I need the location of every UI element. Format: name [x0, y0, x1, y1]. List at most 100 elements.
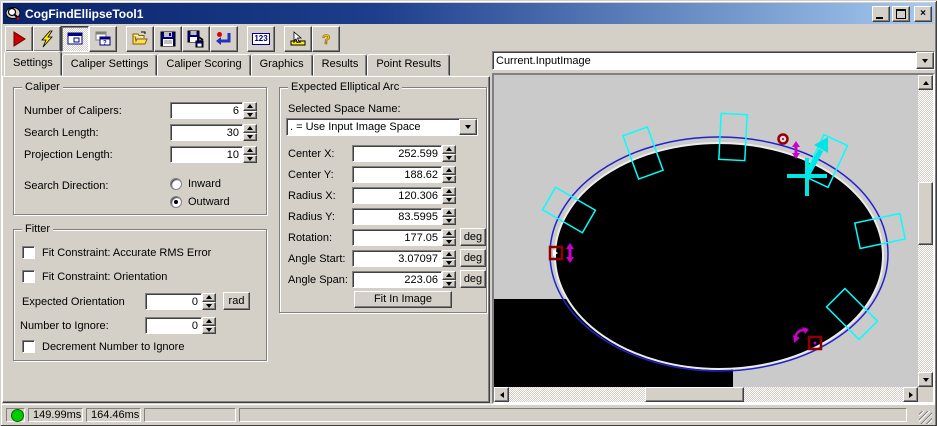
center-x-label: Center X: — [288, 148, 335, 160]
title-bar: CogFindEllipseTool1 × — [3, 3, 934, 24]
radius-y-label: Radius Y: — [288, 211, 335, 223]
save-button[interactable] — [154, 26, 182, 52]
v-scroll-thumb[interactable] — [918, 182, 933, 245]
num-calipers-input[interactable] — [170, 102, 243, 119]
reset-button[interactable] — [210, 26, 238, 52]
image-source-combo-arrow-icon[interactable] — [916, 52, 934, 69]
projection-length-label: Projection Length: — [24, 149, 113, 161]
fit-in-image-button[interactable]: Fit In Image — [354, 291, 452, 308]
radius-x-spinner[interactable] — [442, 187, 456, 204]
search-length-label: Search Length: — [24, 127, 99, 139]
radio-inward-label[interactable]: Inward — [188, 178, 221, 190]
projection-length-input[interactable] — [170, 146, 243, 163]
center-y-label: Center Y: — [288, 169, 334, 181]
num-calipers-label: Number of Calipers: — [24, 105, 122, 117]
result-window-toggle-button[interactable] — [61, 26, 89, 52]
num-calipers-spinner[interactable] — [243, 102, 257, 119]
checkbox-decrement[interactable] — [22, 340, 35, 353]
space-name-value: . = Use Input Image Space — [290, 121, 421, 133]
tab-caliper-settings[interactable]: Caliper Settings — [61, 54, 158, 76]
save-as-button[interactable] — [182, 26, 210, 52]
trigger-lightning-icon — [41, 30, 53, 48]
rotation-spinner[interactable] — [442, 229, 456, 246]
expected-orientation-spinner[interactable] — [202, 293, 216, 310]
angle-start-deg-button[interactable]: deg — [460, 249, 486, 267]
checkbox-decrement-label[interactable]: Decrement Number to Ignore — [42, 341, 184, 353]
search-length-input[interactable] — [170, 124, 243, 141]
center-y-input[interactable] — [352, 166, 442, 183]
status-bar: 149.99ms 164.46ms — [2, 404, 935, 425]
search-direction-label: Search Direction: — [24, 180, 109, 192]
maximize-icon — [896, 8, 906, 19]
angle-span-deg-button[interactable]: deg — [460, 270, 486, 288]
numeric-display-button[interactable]: 123 — [247, 26, 275, 52]
rad-unit-button[interactable]: rad — [223, 292, 250, 310]
vertex-ring-marker[interactable] — [777, 133, 789, 145]
radio-inward[interactable] — [170, 178, 182, 190]
center-x-input[interactable] — [352, 145, 442, 162]
checkbox-accurate-rms-label[interactable]: Fit Constraint: Accurate RMS Error — [42, 247, 211, 259]
center-x-spinner[interactable] — [442, 145, 456, 162]
checkbox-orientation[interactable] — [22, 270, 35, 283]
open-button[interactable] — [126, 26, 154, 52]
angle-span-label: Angle Span: — [288, 274, 348, 286]
radio-outward-label[interactable]: Outward — [188, 196, 230, 208]
checkbox-accurate-rms[interactable] — [22, 246, 35, 259]
space-name-combo[interactable]: . = Use Input Image Space — [286, 118, 478, 136]
tab-results[interactable]: Results — [312, 54, 368, 76]
angle-start-spinner[interactable] — [442, 250, 456, 267]
image-source-combo[interactable]: Current.InputImage — [492, 51, 935, 70]
minimize-button[interactable] — [872, 5, 890, 22]
numeric-123-icon: 123 — [252, 33, 270, 45]
expected-orientation-input[interactable] — [145, 293, 202, 310]
v-scroll-down-button[interactable] — [918, 372, 933, 387]
angle-start-input[interactable] — [352, 250, 442, 267]
help-button[interactable]: ? — [312, 26, 340, 52]
angle-span-spinner[interactable] — [442, 271, 456, 288]
status-led-panel — [6, 408, 25, 422]
tab-settings[interactable]: Settings — [4, 51, 62, 76]
position-tool-button[interactable] — [284, 26, 312, 52]
space-combo-arrow-icon[interactable] — [459, 119, 477, 135]
radio-outward[interactable] — [170, 196, 182, 208]
arc-group-title: Expected Elliptical Arc — [288, 81, 403, 93]
angle-span-input[interactable] — [352, 271, 442, 288]
trigger-button[interactable] — [33, 26, 61, 52]
checkbox-orientation-label[interactable]: Fit Constraint: Orientation — [42, 271, 167, 283]
h-scroll-right-button[interactable] — [903, 387, 918, 402]
rotation-input[interactable] — [352, 229, 442, 246]
tab-graphics[interactable]: Graphics — [250, 54, 313, 76]
down-arrow-icon — [922, 377, 929, 382]
rotation-deg-button[interactable]: deg — [460, 228, 486, 246]
app-magnifier-icon — [5, 6, 21, 20]
status-panel-3 — [144, 408, 236, 422]
tool-window: CogFindEllipseTool1 × ? 123 ? Settings C… — [0, 0, 937, 426]
tab-caliper-scoring[interactable]: Caliper Scoring — [157, 54, 251, 76]
run-icon — [13, 31, 26, 47]
resize-grip[interactable] — [919, 411, 932, 424]
status-time-1: 149.99ms — [28, 408, 83, 422]
number-to-ignore-input[interactable] — [145, 317, 202, 334]
float-window-button[interactable]: ? — [89, 26, 117, 52]
image-source-value: Current.InputImage — [496, 54, 591, 67]
radius-y-spinner[interactable] — [442, 208, 456, 225]
h-scroll-thumb[interactable] — [645, 387, 744, 402]
radius-x-input[interactable] — [352, 187, 442, 204]
h-scroll-left-button[interactable] — [494, 387, 509, 402]
caliper-group: Caliper Number of Calipers: Search Lengt… — [13, 81, 267, 215]
expected-orientation-label: Expected Orientation — [22, 296, 125, 308]
tab-point-results[interactable]: Point Results — [367, 54, 451, 76]
result-window-icon — [67, 32, 83, 45]
search-length-spinner[interactable] — [243, 124, 257, 141]
maximize-button[interactable] — [892, 5, 910, 22]
projection-length-spinner[interactable] — [243, 146, 257, 163]
close-icon: × — [920, 7, 926, 19]
number-to-ignore-spinner[interactable] — [202, 317, 216, 334]
close-button[interactable]: × — [914, 5, 932, 22]
reset-icon — [216, 32, 231, 45]
v-scroll-up-button[interactable] — [918, 75, 933, 90]
center-y-spinner[interactable] — [442, 166, 456, 183]
radius-y-input[interactable] — [352, 208, 442, 225]
fitter-group-title: Fitter — [22, 223, 54, 235]
run-button[interactable] — [5, 26, 33, 52]
